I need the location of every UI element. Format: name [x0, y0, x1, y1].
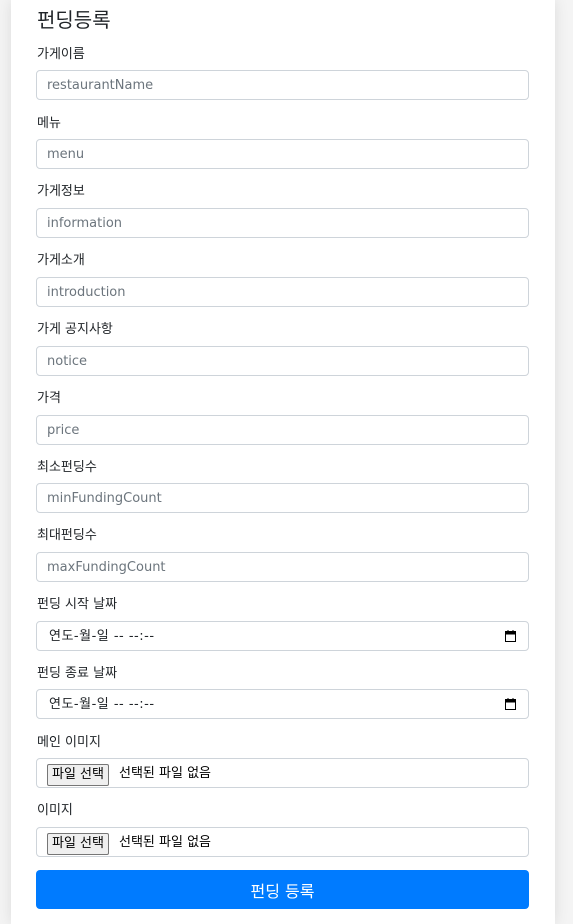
- min-funding-count-input[interactable]: [37, 484, 528, 512]
- submit-funding-button[interactable]: 펀딩 등록: [36, 870, 529, 909]
- max-funding-count-field: [36, 552, 529, 582]
- label-menu: 메뉴: [37, 116, 61, 131]
- information-input[interactable]: [37, 209, 528, 237]
- label-price: 가격: [37, 391, 61, 406]
- min-funding-count-field: [36, 483, 529, 513]
- label-image: 이미지: [37, 803, 73, 818]
- menu-input[interactable]: [37, 140, 528, 168]
- notice-input[interactable]: [37, 347, 528, 375]
- restaurant-name-input[interactable]: [37, 71, 528, 99]
- label-introduction: 가게소개: [37, 253, 85, 268]
- page-title: 펀딩등록: [37, 8, 111, 32]
- end-date-input[interactable]: 연도-월-일 -- --:--: [36, 689, 529, 719]
- calendar-icon[interactable]: [505, 630, 516, 642]
- label-min-funding-count: 최소펀딩수: [37, 460, 97, 475]
- start-date-value: 연도-월-일 -- --:--: [49, 629, 155, 644]
- label-restaurant-name: 가게이름: [37, 47, 85, 62]
- end-date-value: 연도-월-일 -- --:--: [49, 697, 155, 712]
- max-funding-count-input[interactable]: [37, 553, 528, 581]
- notice-field: [36, 346, 529, 376]
- price-input[interactable]: [37, 416, 528, 444]
- main-image-choose-file-button[interactable]: 파일 선택: [47, 764, 109, 786]
- introduction-input[interactable]: [37, 278, 528, 306]
- price-field: [36, 415, 529, 445]
- start-date-input[interactable]: 연도-월-일 -- --:--: [36, 621, 529, 651]
- main-image-file-status: 선택된 파일 없음: [119, 766, 211, 781]
- image-choose-file-button[interactable]: 파일 선택: [47, 833, 109, 855]
- label-main-image: 메인 이미지: [37, 735, 101, 750]
- information-field: [36, 208, 529, 238]
- menu-field: [36, 139, 529, 169]
- restaurant-name-field: [36, 70, 529, 100]
- label-start-date: 펀딩 시작 날짜: [37, 597, 118, 612]
- introduction-field: [36, 277, 529, 307]
- image-file-field: 파일 선택 선택된 파일 없음: [36, 827, 529, 857]
- label-max-funding-count: 최대펀딩수: [37, 528, 97, 543]
- main-image-file-field: 파일 선택 선택된 파일 없음: [36, 758, 529, 788]
- label-end-date: 펀딩 종료 날짜: [37, 666, 118, 681]
- label-notice: 가게 공지사항: [37, 322, 113, 337]
- label-information: 가게정보: [37, 184, 85, 199]
- calendar-icon[interactable]: [505, 698, 516, 710]
- image-file-status: 선택된 파일 없음: [119, 835, 211, 850]
